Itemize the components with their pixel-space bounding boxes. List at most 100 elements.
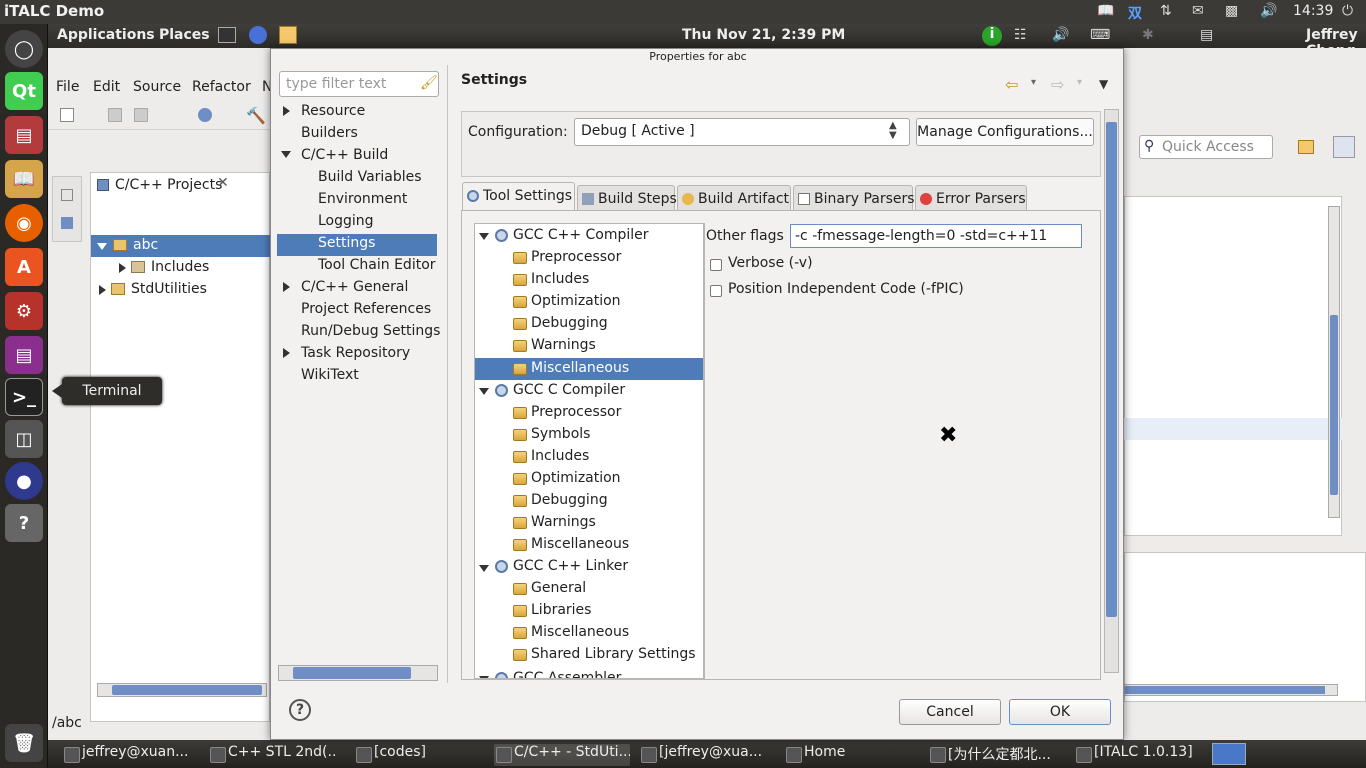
save-all-icon[interactable] bbox=[134, 108, 148, 122]
back-dropdown-icon[interactable]: ▾ bbox=[1031, 77, 1036, 88]
filter-input[interactable]: type filter text 🖌 bbox=[279, 71, 439, 97]
tool-gpp-debugging[interactable]: Debugging bbox=[531, 315, 608, 331]
task-browser[interactable]: [为什么定都北... bbox=[928, 744, 1064, 766]
tool-linker-miscellaneous[interactable]: Miscellaneous bbox=[531, 624, 629, 640]
tab-tool-settings[interactable]: Tool Settings bbox=[462, 182, 575, 210]
tool-linker-general[interactable]: General bbox=[531, 580, 586, 596]
tool-gcc-miscellaneous[interactable]: Miscellaneous bbox=[531, 536, 629, 552]
power-icon[interactable]: ⏻ bbox=[1342, 3, 1353, 19]
dialog-vscroll[interactable] bbox=[1104, 109, 1119, 673]
panel-clock[interactable]: Thu Nov 21, 2:39 PM bbox=[682, 27, 845, 43]
places-menu[interactable]: Places bbox=[159, 27, 210, 43]
nav-run-debug[interactable]: Run/Debug Settings bbox=[301, 323, 440, 339]
fpic-checkbox[interactable] bbox=[710, 285, 722, 297]
hammer-icon[interactable]: 🔨 bbox=[246, 106, 266, 125]
tool-gcc-optimization[interactable]: Optimization bbox=[531, 470, 621, 486]
other-flags-input[interactable]: -c -fmessage-length=0 -std=c++11 bbox=[790, 224, 1082, 248]
configuration-select[interactable]: Debug [ Active ] ▲ ▼ bbox=[574, 118, 910, 146]
menu-source[interactable]: Source bbox=[133, 79, 181, 95]
bluetooth-icon[interactable]: ✱ bbox=[1142, 27, 1154, 43]
book-icon[interactable]: 📖 bbox=[1097, 3, 1114, 19]
workspace-icon[interactable]: ▤ bbox=[5, 336, 43, 374]
forward-arrow-icon[interactable]: ⇨ bbox=[1051, 75, 1064, 94]
nav-cpp-general[interactable]: C/C++ General bbox=[301, 279, 408, 295]
task-italc[interactable]: [ITALC 1.0.13] bbox=[1074, 744, 1204, 766]
quick-access-input[interactable]: ⚲ Quick Access bbox=[1139, 135, 1273, 159]
close-icon[interactable]: ✕ bbox=[217, 175, 229, 191]
nav-task-repository[interactable]: Task Repository bbox=[301, 345, 410, 361]
nav-builders[interactable]: Builders bbox=[301, 125, 358, 141]
includes-node[interactable]: Includes bbox=[151, 259, 209, 275]
help-button[interactable]: ? bbox=[289, 699, 311, 721]
bottom-hscroll[interactable] bbox=[1124, 684, 1338, 696]
editor-vscroll[interactable] bbox=[1328, 206, 1340, 518]
menu-refactor[interactable]: Refactor bbox=[192, 79, 251, 95]
tool-gcc-compiler[interactable]: GCC C Compiler bbox=[513, 382, 625, 398]
panel-volume-icon[interactable]: 🔊 bbox=[1052, 27, 1069, 43]
nav-logging[interactable]: Logging bbox=[318, 213, 374, 229]
menu-edit[interactable]: Edit bbox=[93, 79, 120, 95]
tool-gpp-includes[interactable]: Includes bbox=[531, 271, 589, 287]
nav-environment[interactable]: Environment bbox=[318, 191, 407, 207]
outline-icon[interactable] bbox=[61, 217, 73, 229]
tool-gcc-symbols[interactable]: Symbols bbox=[531, 426, 590, 442]
cpp-perspective-icon[interactable] bbox=[1333, 136, 1355, 158]
tab-binary-parsers[interactable]: Binary Parsers bbox=[793, 185, 915, 211]
italc-clock[interactable]: 14:39 bbox=[1293, 3, 1333, 19]
file-manager-icon[interactable]: ▤ bbox=[5, 116, 43, 154]
network-icon[interactable]: ⇅ bbox=[1160, 3, 1172, 19]
task-codes[interactable]: [codes] bbox=[354, 744, 464, 766]
tree-sash[interactable] bbox=[704, 223, 705, 679]
nav-project-references[interactable]: Project References bbox=[301, 301, 431, 317]
menu-file[interactable]: File bbox=[56, 79, 79, 95]
usb-icon[interactable]: ☷ bbox=[1014, 27, 1027, 43]
new-icon[interactable] bbox=[60, 108, 74, 122]
build-icon[interactable] bbox=[198, 108, 212, 122]
tool-gpp-warnings[interactable]: Warnings bbox=[531, 337, 596, 353]
terminal-icon[interactable]: >_ bbox=[5, 378, 43, 416]
project-abc[interactable]: abc bbox=[133, 237, 158, 253]
input-method-icon[interactable]: 双 bbox=[1128, 3, 1142, 23]
nav-wikitext[interactable]: WikiText bbox=[301, 367, 359, 383]
info-icon[interactable]: i bbox=[982, 26, 1002, 46]
tool-linker-libraries[interactable]: Libraries bbox=[531, 602, 591, 618]
projects-hscroll[interactable] bbox=[97, 683, 267, 697]
tab-build-artifact[interactable]: Build Artifact bbox=[677, 185, 791, 211]
keyboard-icon[interactable]: ⌨ bbox=[1090, 27, 1110, 43]
nav-scroll-thumb[interactable] bbox=[293, 667, 411, 679]
editor-launcher-icon[interactable] bbox=[279, 26, 297, 44]
forward-dropdown-icon[interactable]: ▾ bbox=[1077, 77, 1082, 88]
stdutilities-node[interactable]: StdUtilities bbox=[131, 281, 207, 297]
cancel-button[interactable]: Cancel bbox=[899, 699, 1001, 725]
software-center-icon[interactable]: A bbox=[5, 248, 43, 286]
tab-build-steps[interactable]: Build Steps bbox=[577, 185, 677, 211]
back-arrow-icon[interactable]: ⇦ bbox=[1005, 75, 1018, 94]
tool-gpp-miscellaneous[interactable]: Miscellaneous bbox=[531, 360, 629, 376]
tool-gpp-linker[interactable]: GCC C++ Linker bbox=[513, 558, 628, 574]
window-icon[interactable]: ▤ bbox=[1200, 27, 1213, 43]
dash-home-icon[interactable]: ◯ bbox=[5, 30, 43, 68]
tool-linker-shared-library[interactable]: Shared Library Settings bbox=[531, 646, 696, 662]
nav-resource[interactable]: Resource bbox=[301, 103, 365, 119]
mail-icon[interactable]: ✉ bbox=[1192, 3, 1204, 19]
restore-icon[interactable] bbox=[61, 189, 73, 201]
applications-menu[interactable]: Applications bbox=[57, 27, 155, 43]
tool-gpp-optimization[interactable]: Optimization bbox=[531, 293, 621, 309]
battery-icon[interactable]: ▩ bbox=[1225, 3, 1238, 19]
workspace-switcher[interactable] bbox=[1212, 743, 1246, 765]
save-icon[interactable] bbox=[108, 108, 122, 122]
trash-icon[interactable]: 🗑 bbox=[5, 724, 43, 762]
tool-gpp-preprocessor[interactable]: Preprocessor bbox=[531, 249, 621, 265]
window-switcher-icon[interactable]: ◫ bbox=[5, 420, 43, 458]
task-home[interactable]: Home bbox=[784, 744, 894, 766]
nav-settings[interactable]: Settings bbox=[318, 235, 375, 251]
tool-gpp-compiler[interactable]: GCC C++ Compiler bbox=[513, 227, 649, 243]
nav-tool-chain-editor[interactable]: Tool Chain Editor bbox=[318, 257, 436, 273]
projects-tab[interactable]: C/C++ Projects bbox=[115, 177, 222, 193]
browser-launcher-icon[interactable] bbox=[249, 26, 267, 44]
task-stl-book[interactable]: C++ STL 2nd(... bbox=[208, 744, 336, 766]
tab-error-parsers[interactable]: Error Parsers bbox=[915, 185, 1027, 211]
volume-icon[interactable]: 🔊 bbox=[1260, 3, 1277, 19]
qt-creator-icon[interactable]: Qt bbox=[5, 72, 43, 110]
editor-scroll-thumb[interactable] bbox=[1330, 315, 1338, 495]
